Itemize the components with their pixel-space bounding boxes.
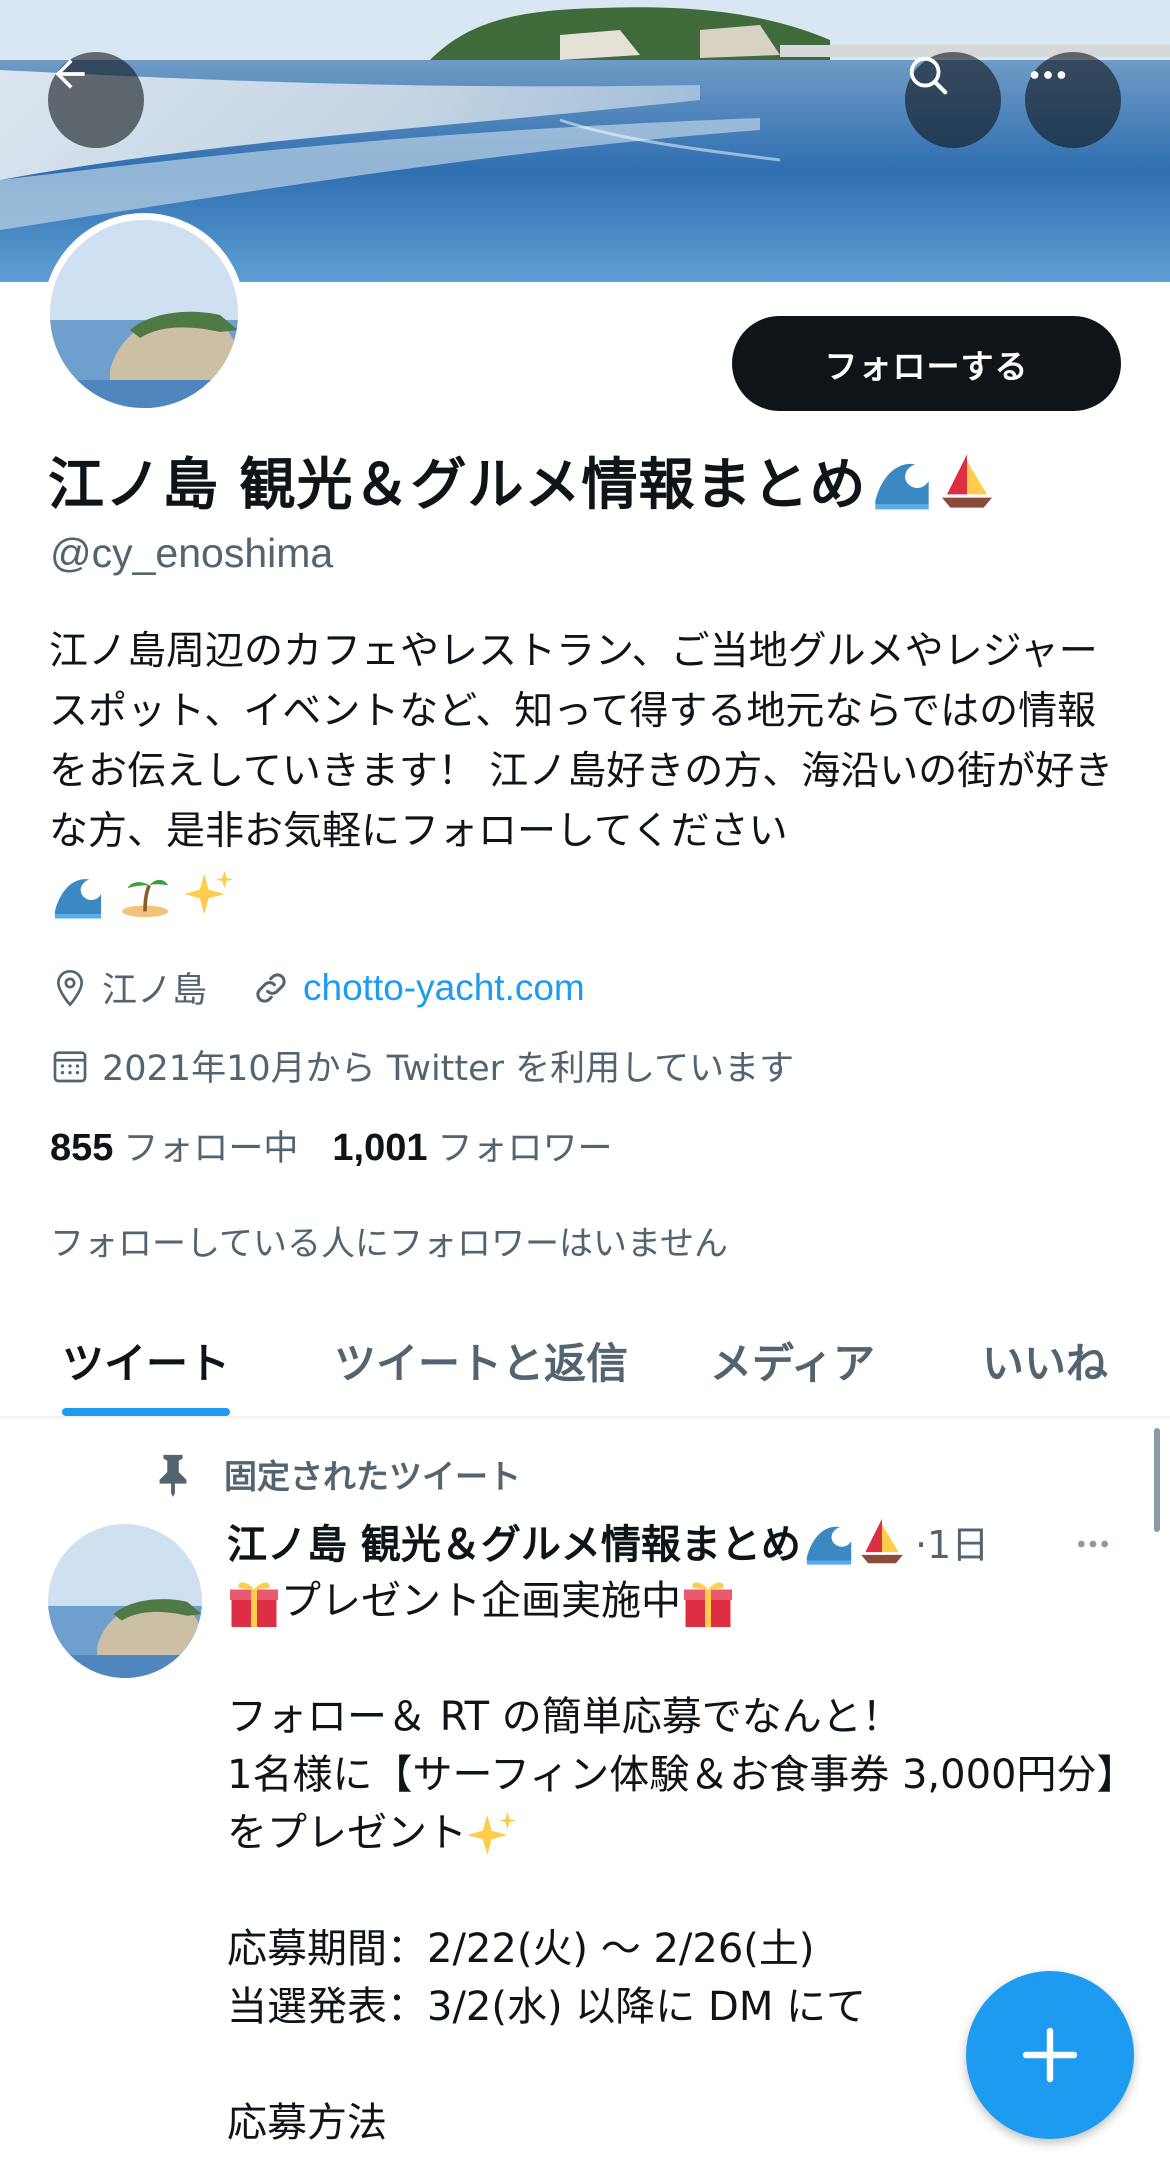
followers-link[interactable]: 1,001 フォロワー — [332, 1120, 612, 1171]
pin-icon — [159, 1454, 187, 1497]
active-tab-indicator — [62, 1408, 230, 1416]
pinned-label: 固定されたツイート — [224, 1457, 521, 1496]
location-row: 江ノ島 chotto-yacht.com — [50, 962, 585, 1013]
wave-icon — [874, 463, 929, 509]
display-name: 江ノ島 観光＆グルメ情報まとめ — [48, 440, 997, 521]
tweet-time[interactable]: ·1日 — [915, 1514, 989, 1569]
bio-text: 江ノ島周辺のカフェやレストラン、ご当地グルメやレジャースポット、イベントなど、知… — [49, 629, 1114, 854]
followers-label: フォロワー — [437, 1129, 613, 1169]
tab-tweets[interactable]: ツイート — [62, 1330, 230, 1391]
wave-icon — [806, 1526, 852, 1565]
gift-icon — [230, 1582, 278, 1627]
more-horizontal-icon — [1078, 1540, 1108, 1548]
arrow-left-icon — [55, 59, 85, 89]
tweet-more-button[interactable] — [1068, 1524, 1118, 1568]
location-pin-icon — [56, 969, 84, 1007]
more-horizontal-icon — [1030, 71, 1066, 79]
tweet-period: 応募期間：2/22(火) ～ 2/26(土) 当選発表：3/2(水) 以降に D… — [227, 1926, 867, 2030]
tweet-author[interactable]: 江ノ島 観光＆グルメ情報まとめ — [227, 1512, 801, 1570]
profile-tabs: ツイート ツイートと返信 メディア いいね — [0, 1310, 1170, 1418]
tweet-method: 応募方法 — [227, 2100, 387, 2146]
location-text: 江ノ島 — [102, 971, 208, 1011]
tweet-text: フォロー＆ RT の簡単応募でなんと！ 1名様に【サーフィン体験＆お食事券 3,… — [227, 1694, 1117, 1856]
tab-tweets-and-replies[interactable]: ツイートと返信 — [334, 1330, 628, 1391]
scrollbar[interactable] — [1154, 1428, 1160, 1532]
back-button[interactable] — [48, 52, 144, 148]
following-link[interactable]: 855 フォロー中 — [50, 1120, 298, 1171]
tab-likes[interactable]: いいね — [982, 1330, 1108, 1391]
profile-bio: 江ノ島周辺のカフェやレストラン、ご当地グルメやレジャースポット、イベントなど、知… — [49, 622, 1124, 922]
compose-tweet-button[interactable] — [966, 1971, 1134, 2139]
website-link[interactable]: chotto-yacht.com — [303, 967, 585, 1009]
tab-media[interactable]: メディア — [710, 1330, 875, 1391]
follow-stats: 855 フォロー中 1,001 フォロワー — [50, 1120, 613, 1171]
link-icon — [256, 972, 286, 1003]
display-name-text: 江ノ島 観光＆グルメ情報まとめ — [48, 453, 867, 518]
plus-icon — [1022, 2027, 1078, 2083]
followers-count: 1,001 — [332, 1127, 428, 1169]
profile-avatar[interactable] — [43, 213, 245, 415]
sparkles-icon — [467, 1811, 517, 1856]
joined-row: 2021年10月から Twitter を利用しています — [50, 1040, 794, 1091]
pinned-label-row: 固定されたツイート — [150, 1450, 521, 1498]
tweet-avatar[interactable] — [48, 1524, 202, 1678]
more-button[interactable] — [1025, 52, 1121, 148]
profile-handle: @cy_enoshima — [50, 530, 334, 576]
search-icon — [909, 56, 948, 95]
avatar-image — [50, 220, 238, 408]
joined-text: 2021年10月から Twitter を利用しています — [102, 1049, 795, 1089]
tweet-header: 江ノ島 観光＆グルメ情報まとめ ·1日 — [227, 1512, 989, 1570]
followers-you-know: フォローしている人にフォロワーはいません — [50, 1224, 728, 1264]
gift-icon — [684, 1582, 732, 1627]
sailboat-icon — [941, 453, 992, 508]
island-icon — [122, 879, 169, 917]
wave-icon — [54, 878, 102, 919]
follow-button[interactable]: フォローする — [732, 316, 1121, 411]
following-count: 855 — [50, 1127, 114, 1169]
sparkles-icon — [183, 870, 233, 914]
following-label: フォロー中 — [123, 1129, 299, 1169]
sailboat-icon — [861, 1518, 903, 1564]
search-button[interactable] — [905, 52, 1001, 148]
tweet-line1: プレゼント企画実施中 — [281, 1578, 681, 1624]
avatar-image — [48, 1524, 202, 1678]
calendar-icon — [53, 1050, 87, 1082]
